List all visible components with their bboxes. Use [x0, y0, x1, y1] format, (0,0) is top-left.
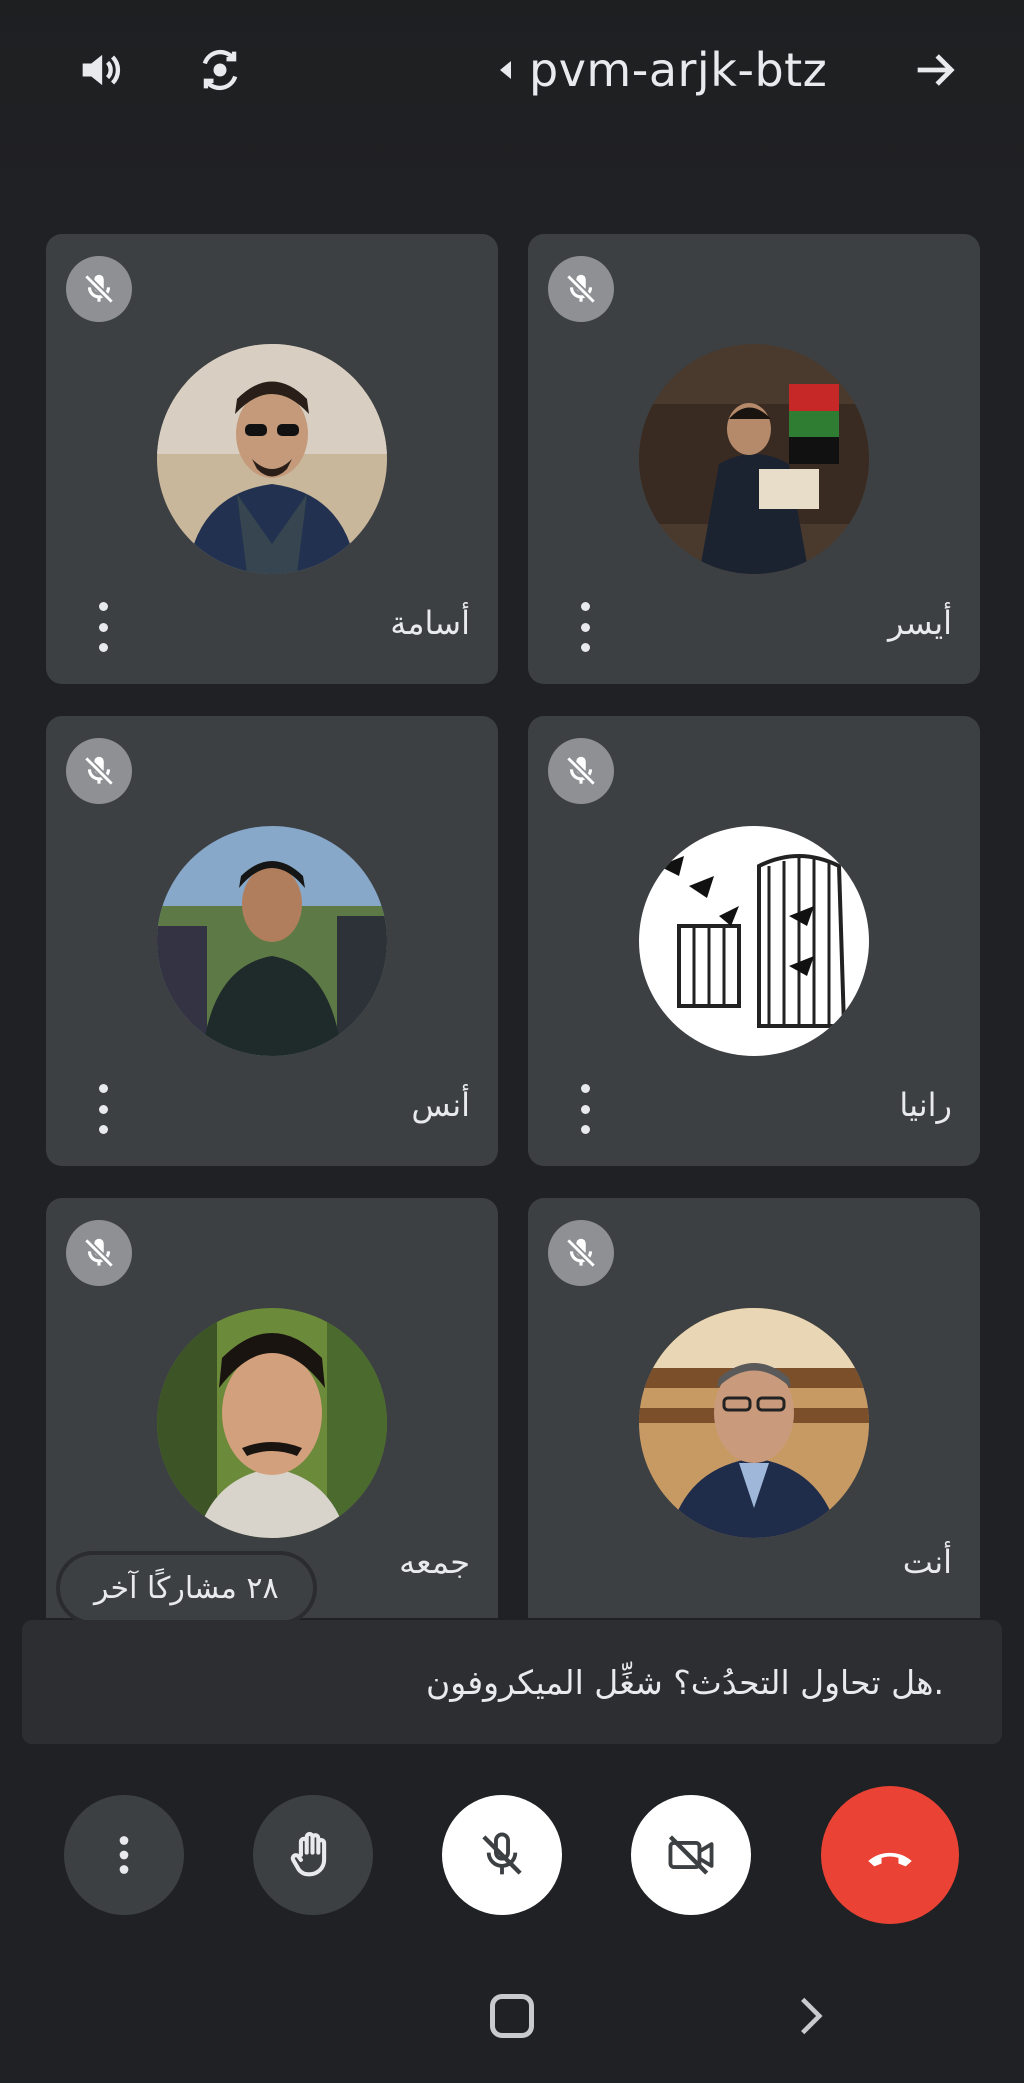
system-nav-bar: [0, 1990, 1024, 2083]
participant-tile[interactable]: أيسر: [528, 234, 980, 684]
more-options-button[interactable]: [64, 1795, 184, 1915]
caret-left-icon: [500, 61, 511, 79]
mic-off-icon: [548, 738, 614, 804]
more-options-icon[interactable]: [570, 1084, 600, 1134]
hang-up-icon: [868, 1852, 912, 1867]
mic-off-icon: [66, 1220, 132, 1286]
raise-hand-button[interactable]: [253, 1795, 373, 1915]
switch-camera-icon[interactable]: [188, 38, 252, 102]
leave-arrow-icon[interactable]: [903, 38, 967, 102]
home-button-icon[interactable]: [490, 1994, 534, 2038]
avatar: [157, 826, 387, 1056]
speaker-icon[interactable]: [68, 38, 132, 102]
participant-tile[interactable]: رانيا: [528, 716, 980, 1166]
participant-name: أيسر: [888, 604, 952, 642]
mic-off-icon: [66, 738, 132, 804]
participant-name: جمعه: [399, 1543, 470, 1581]
avatar: [639, 344, 869, 574]
mic-off-icon: [548, 256, 614, 322]
chevron-right-icon[interactable]: [786, 1990, 836, 2042]
participant-tile[interactable]: أنت: [528, 1198, 980, 1618]
mic-off-icon: [66, 256, 132, 322]
end-call-button[interactable]: [821, 1786, 959, 1924]
participant-tile[interactable]: أنس: [46, 716, 498, 1166]
mic-reminder-banner: هل تحاول التحدُث؟ شغِّل الميكروفون.: [22, 1620, 1002, 1744]
other-participants-pill[interactable]: ٢٨ مشاركًا آخر: [60, 1555, 313, 1621]
avatar: [157, 344, 387, 574]
meeting-code[interactable]: pvm-arjk-btz: [500, 40, 827, 100]
avatar: [639, 826, 869, 1056]
other-participants-count: ٢٨ مشاركًا آخر: [94, 1570, 279, 1606]
participant-tile[interactable]: أسامة: [46, 234, 498, 684]
top-bar: pvm-arjk-btz: [0, 0, 1024, 140]
participant-name: أنس: [411, 1086, 470, 1124]
more-options-icon[interactable]: [88, 1084, 118, 1134]
hand-icon: [290, 1831, 327, 1877]
avatar: [639, 1308, 869, 1538]
microphone-toggle-button[interactable]: [442, 1795, 562, 1915]
mic-reminder-text: هل تحاول التحدُث؟ شغِّل الميكروفون.: [426, 1662, 944, 1702]
meet-call-screen: pvm-arjk-btz أسامة أيسر أنس رانيا جمعه أ…: [0, 0, 1024, 2083]
more-vert-icon: [119, 1836, 129, 1874]
mic-off-icon: [548, 1220, 614, 1286]
camera-off-icon: [668, 1835, 714, 1875]
participant-name: أسامة: [390, 604, 470, 642]
participant-name: رانيا: [899, 1086, 952, 1124]
participant-name: أنت: [902, 1543, 952, 1581]
more-options-icon[interactable]: [570, 602, 600, 652]
camera-toggle-button[interactable]: [631, 1795, 751, 1915]
avatar: [157, 1308, 387, 1538]
mic-off-icon: [482, 1832, 522, 1875]
more-options-icon[interactable]: [88, 602, 118, 652]
meeting-code-label: pvm-arjk-btz: [529, 43, 828, 97]
